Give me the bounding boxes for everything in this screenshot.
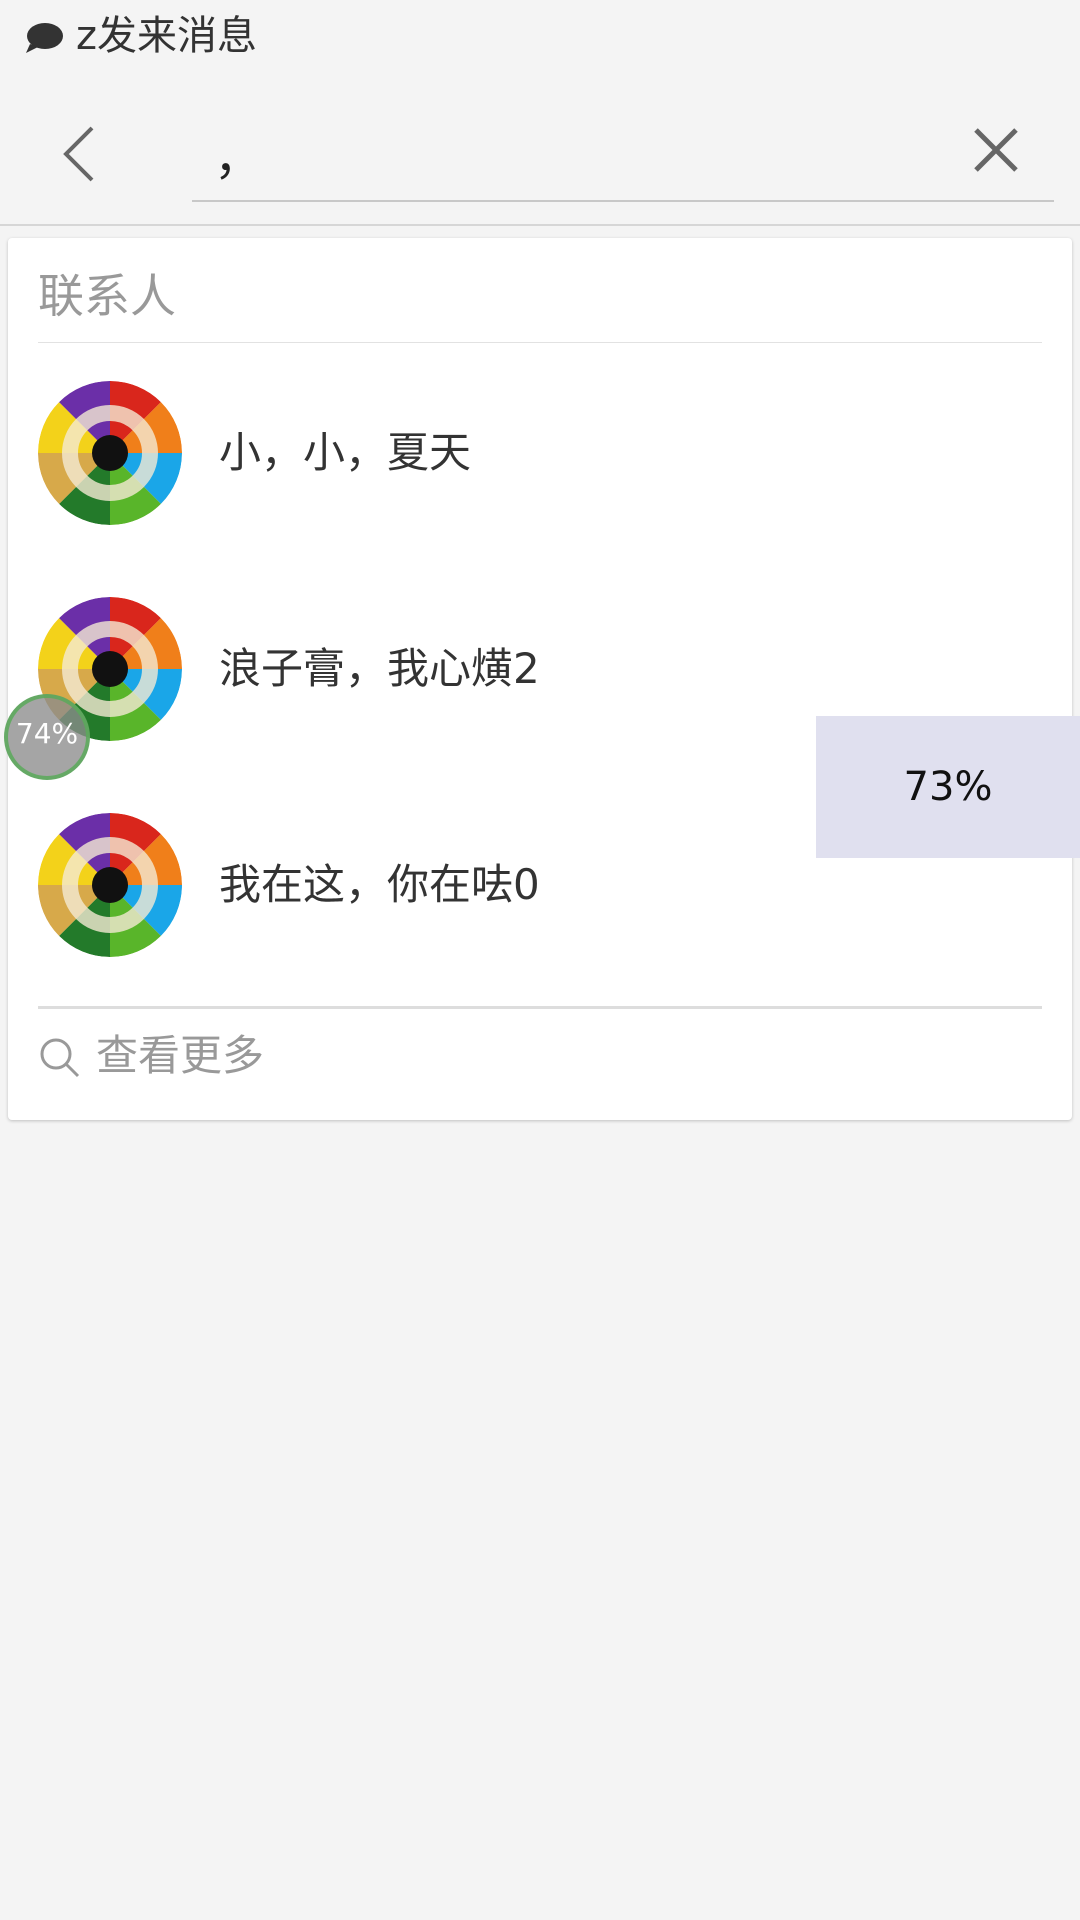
- search-header: ，: [0, 74, 1080, 226]
- search-input[interactable]: ，: [214, 128, 262, 188]
- header-divider: [0, 224, 1080, 226]
- section-title: 联系人: [38, 269, 176, 323]
- floating-progress-panel[interactable]: 73%: [816, 716, 1080, 858]
- contact-row[interactable]: 小，小，夏天: [8, 343, 1072, 559]
- colored-pencils-avatar: [38, 813, 182, 957]
- contact-name: 我在这，你在呿0: [219, 860, 540, 909]
- footer-divider: [38, 1006, 1042, 1009]
- view-more-button[interactable]: 查看更多: [8, 1010, 1072, 1118]
- floating-progress-badge[interactable]: 74%: [2, 694, 90, 780]
- close-icon: [974, 128, 1018, 172]
- clear-button[interactable]: [960, 114, 1032, 186]
- chat-bubble-icon: [26, 23, 63, 53]
- view-more-label: 查看更多: [96, 1031, 265, 1080]
- status-bar: z发来消息: [0, 0, 1080, 74]
- colored-pencils-avatar: [38, 381, 182, 525]
- back-button[interactable]: [40, 114, 120, 194]
- panel-label: 73%: [903, 764, 993, 810]
- search-icon: [40, 1038, 80, 1078]
- results-card: 联系人 小，小，夏天 浪子膏，我心熿2 我在这，你在呿0 查看更多: [8, 238, 1072, 1120]
- badge-label: 74%: [15, 717, 79, 750]
- chevron-left-icon: [63, 126, 94, 182]
- notification-text: z发来消息: [76, 13, 257, 59]
- contact-name: 小，小，夏天: [219, 428, 472, 477]
- contact-name: 浪子膏，我心熿2: [219, 644, 540, 693]
- search-field[interactable]: ，: [192, 114, 1054, 202]
